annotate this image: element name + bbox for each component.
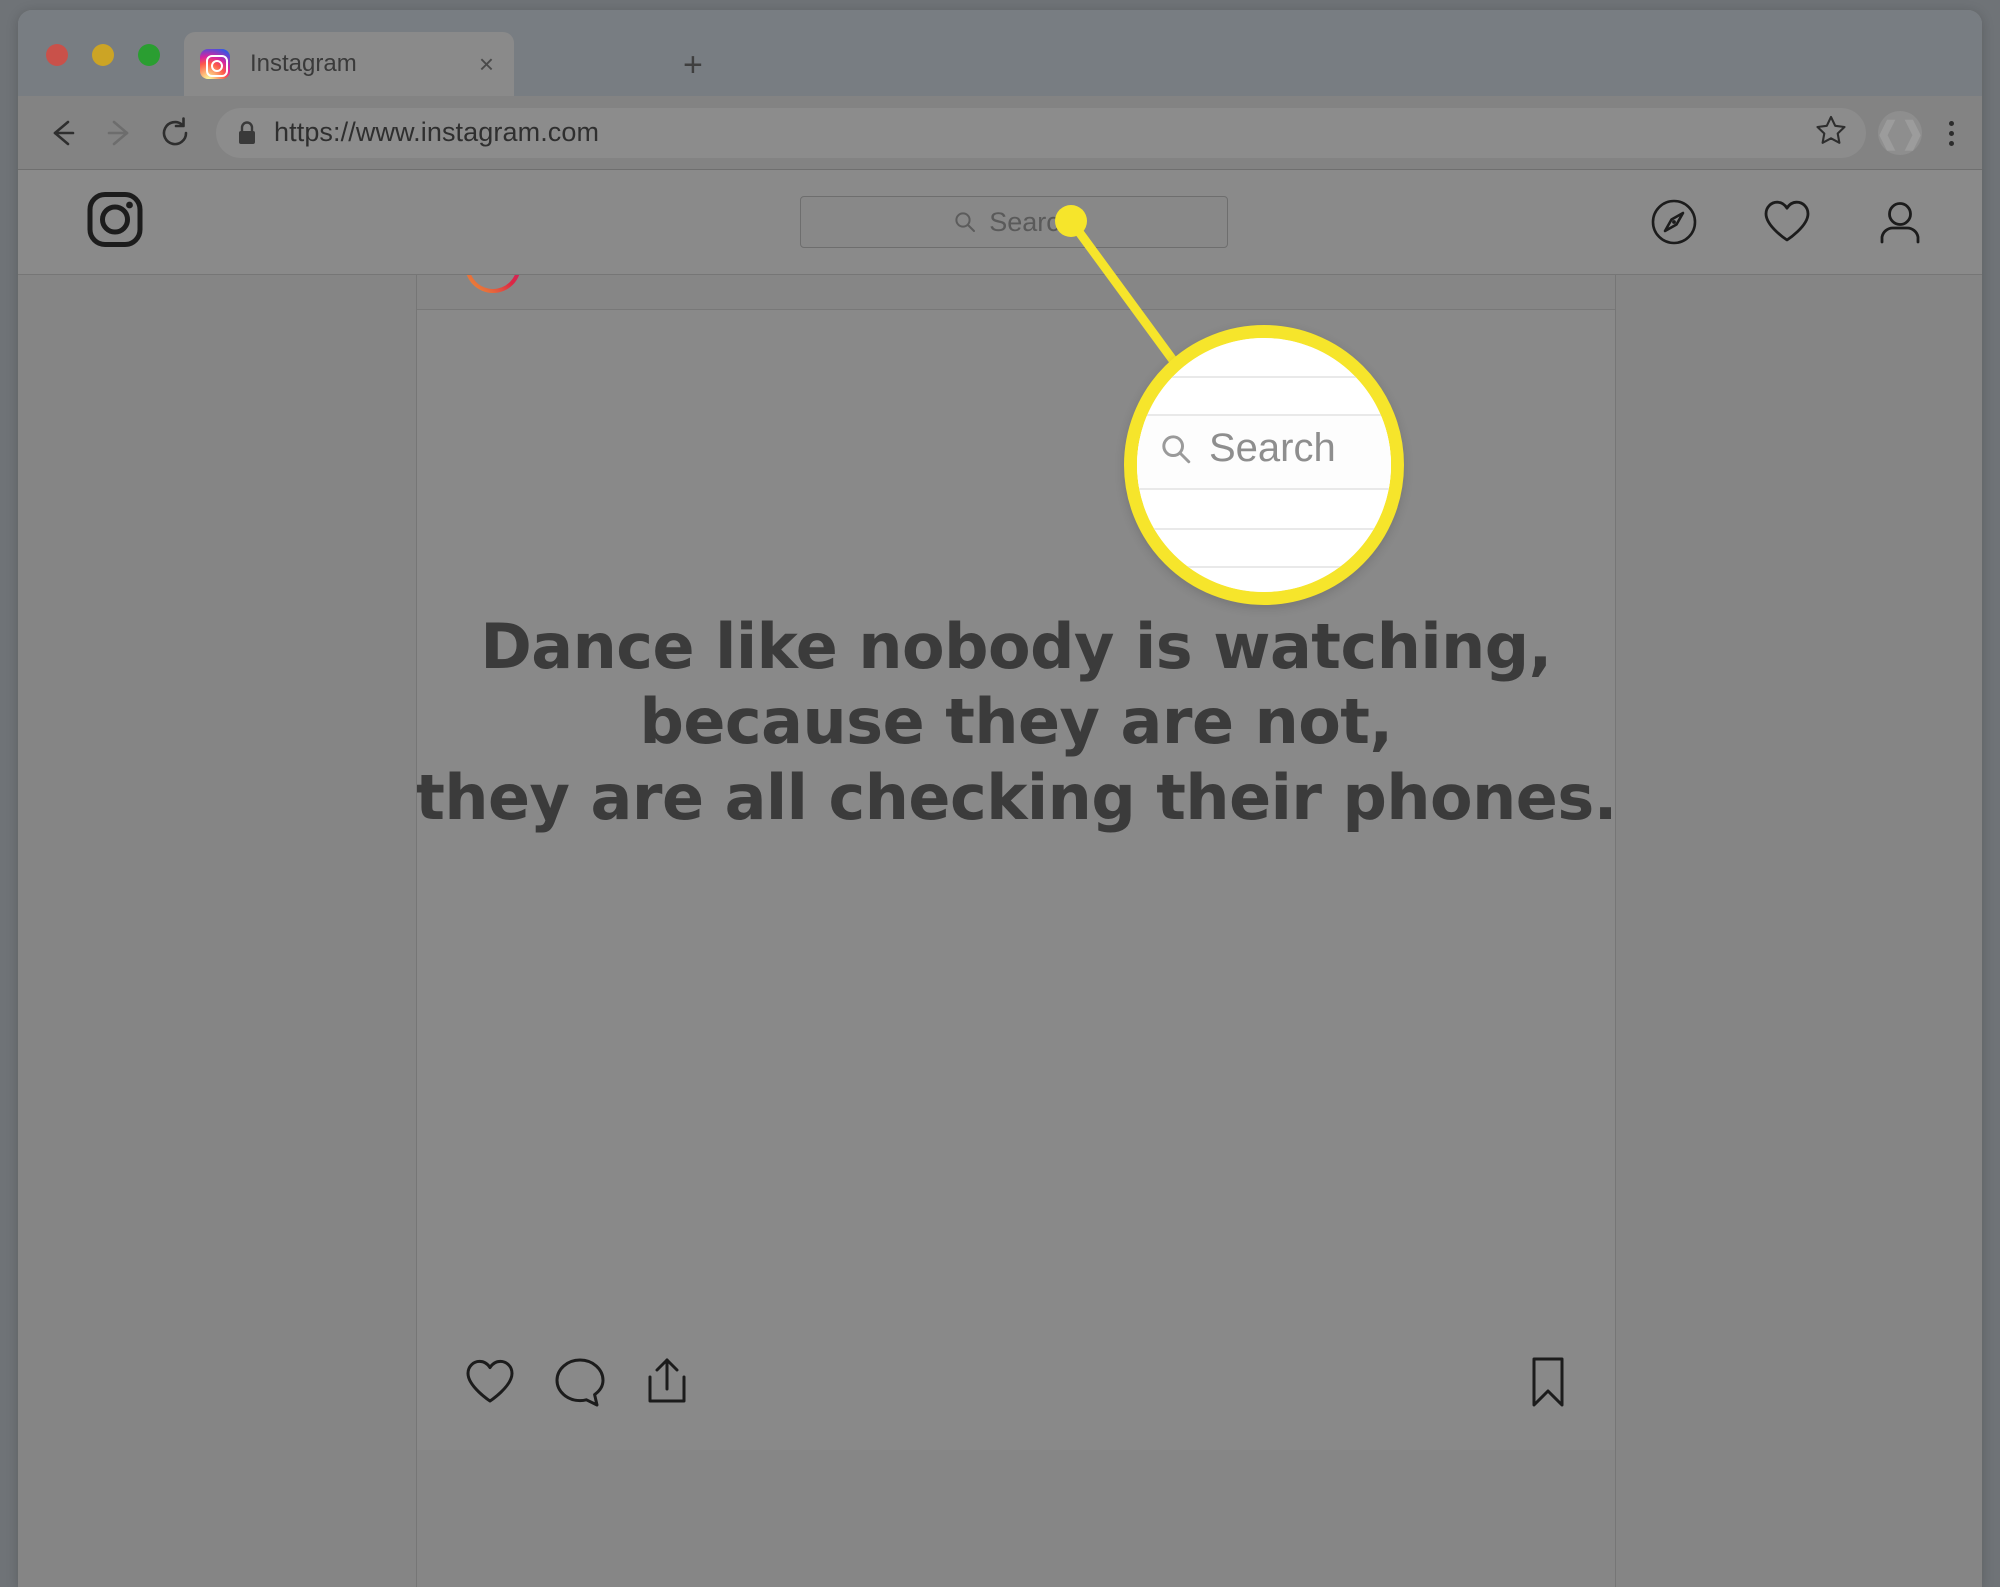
kebab-menu-icon[interactable] [1934,111,1968,155]
post-quote-text: Dance like nobody is watching, because t… [417,609,1615,836]
post-more-options-icon[interactable]: ••• [1521,275,1559,283]
magnifier-icon [955,212,976,232]
instagram-camera-logo[interactable] [86,191,144,254]
post-actions-left [463,1355,691,1409]
window-traffic-lights [46,44,160,66]
browser-window: Instagram × + https://www.instagram.com … [18,10,1982,1587]
address-bar[interactable]: https://www.instagram.com [216,107,1866,158]
browser-profile-avatar[interactable]: ❰❱ [1875,111,1925,155]
post-header: ••• [417,275,1615,310]
reload-icon[interactable] [152,110,198,156]
explore-compass-icon[interactable] [1650,198,1698,246]
forward-arrow-icon[interactable] [96,110,142,156]
instagram-top-nav: Search [18,170,1982,275]
save-bookmark-icon[interactable] [1527,1355,1569,1409]
window-close-button[interactable] [46,44,68,66]
back-arrow-icon[interactable] [40,110,86,156]
quote-line-1: Dance like nobody is watching, [480,609,1552,683]
like-heart-icon[interactable] [463,1357,517,1407]
profile-person-icon[interactable] [1876,198,1924,246]
tab-close-button[interactable]: × [475,51,498,77]
bookmark-star-icon[interactable] [1814,113,1848,152]
share-icon[interactable] [643,1355,691,1409]
web-page-content: Search Dance like nobody is watching, be… [18,170,1982,1587]
instagram-favicon [200,49,230,79]
post-action-bar [417,1314,1615,1450]
post-actions-right [1527,1355,1569,1409]
browser-tab-strip: Instagram × + [18,10,1982,96]
toolbar-right-group: ❰❱ [1875,96,1968,170]
comment-bubble-icon[interactable] [553,1356,607,1408]
window-maximize-button[interactable] [138,44,160,66]
browser-toolbar: https://www.instagram.com ❰❱ [18,96,1982,170]
search-input[interactable]: Search [800,196,1228,248]
tab-title: Instagram [250,50,357,77]
window-minimize-button[interactable] [92,44,114,66]
screenshot-root: Instagram × + https://www.instagram.com … [0,0,2000,1587]
feed-post: ••• Dance like nobody is watching, becau… [416,275,1616,1587]
post-image: Dance like nobody is watching, because t… [417,310,1615,1450]
quote-line-2: because they are not, [639,685,1393,759]
instagram-feed: ••• Dance like nobody is watching, becau… [18,275,1982,1587]
avatar[interactable] [465,275,521,293]
url-text: https://www.instagram.com [274,117,600,147]
activity-heart-icon[interactable] [1762,198,1812,246]
instagram-nav-icons [1650,198,1924,246]
new-tab-button[interactable]: + [683,48,703,82]
quote-line-3: they are all checking their phones. [417,760,1615,834]
padlock-icon [239,120,255,144]
search-placeholder: Search [989,206,1075,237]
browser-tab-instagram[interactable]: Instagram × [184,32,514,96]
